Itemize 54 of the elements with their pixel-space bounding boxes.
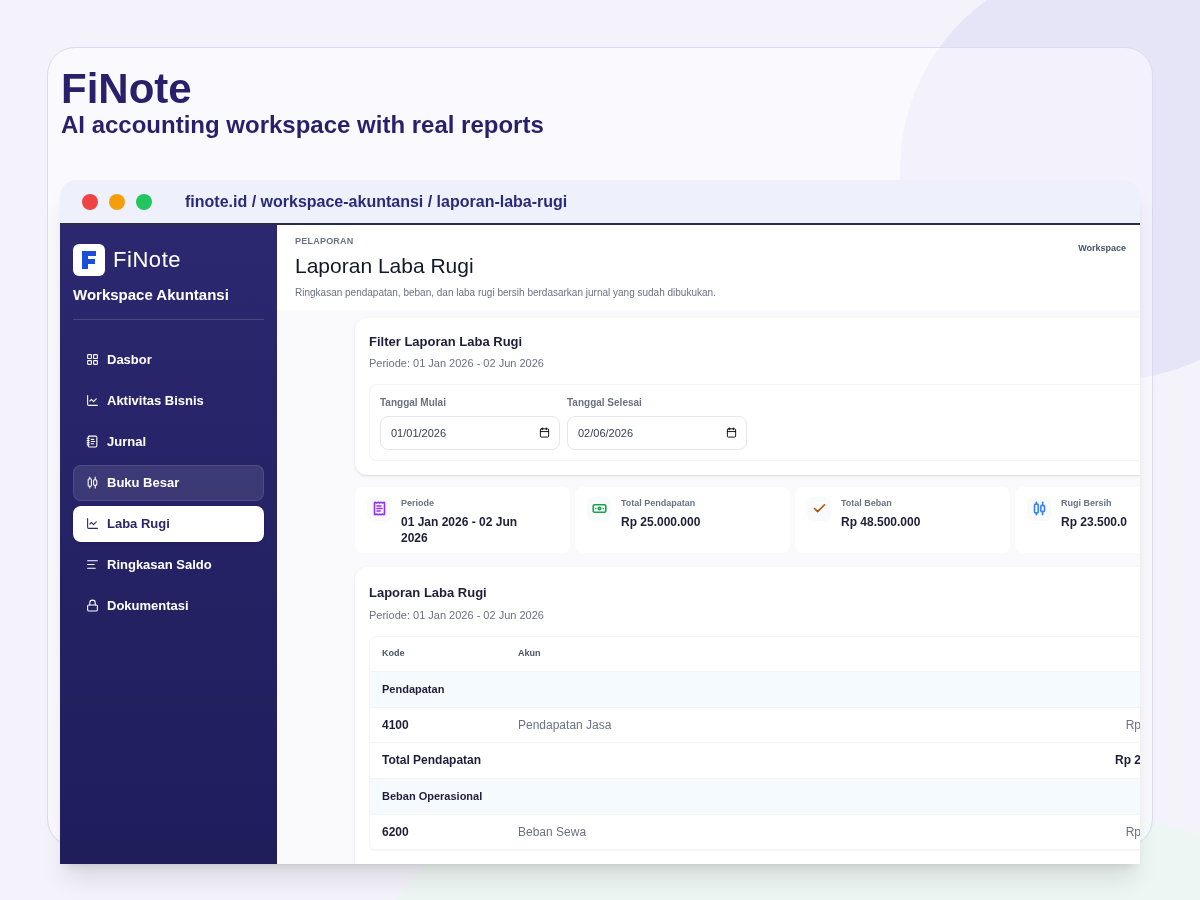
line-chart-icon [86,517,99,530]
hero-subtitle: AI accounting workspace with real reports [61,112,545,138]
sidebar-item[interactable]: Buku Besar [73,464,264,501]
total-label: Total Pendapatan [382,752,482,769]
lines-icon [86,558,99,571]
lock-icon [86,599,99,612]
group-heading: Pendapatan [382,681,445,697]
stat-value: Rp 48.500.000 [841,514,922,530]
page-description: Ringkasan pendapatan, beban, dan laba rugi bersih berdasarkan jurnal yang sudah dibukukan. [295,285,716,300]
stat-label: Total Pendapatan [621,496,697,510]
columns-icon [86,476,99,489]
sidebar-item[interactable]: Dasbor [73,341,264,378]
calendar-icon[interactable] [539,426,550,438]
calendar-icon[interactable] [726,426,737,438]
table-cell-text: Rp [1125,823,1140,841]
eyebrow-label: PELAPORAN [295,235,355,248]
sidebar-item[interactable]: Ringkasan Saldo [73,546,264,583]
table-cell-text: 4100 [382,716,410,734]
logo-icon [73,243,105,276]
line-chart-icon [86,394,99,407]
table-cell-text: Rp 2 [1115,752,1140,769]
field-label: Tanggal Selesai [567,395,643,410]
filter-title: Filter Laporan Laba Rugi [369,332,524,351]
grid-icon [86,353,99,366]
date-field[interactable]: 02/06/2026 [567,415,747,450]
stat-label: Rugi Bersih [1061,496,1113,510]
column-header: Kode [382,646,406,660]
field-label: Tanggal Mulai [380,395,447,410]
workspace-label: Workspace [1078,242,1126,255]
stat-label: Periode [401,496,435,510]
table-cell-text: Beban Sewa [518,823,587,841]
sidebar-item[interactable]: Aktivitas Bisnis [73,382,264,419]
stat-value: Rp 25.000.000 [621,514,702,530]
sidebar-item[interactable]: Laba Rugi [73,505,264,542]
report-title: Laporan Laba Rugi [369,583,488,602]
sidebar-item[interactable]: Dokumentasi [73,587,264,624]
address-text: finote.id / workspace-akuntansi / laporan-laba-rugi [185,191,568,212]
hero-title: FiNote [61,66,193,112]
table-cell-text: Pendapatan Jasa [518,716,612,734]
workspace-name: Workspace Akuntansi [73,284,264,320]
group-heading: Beban Operasional [382,788,483,804]
sidebar-item[interactable]: Jurnal [73,423,264,460]
report-period: Periode: 01 Jan 2026 - 02 Jun 2026 [369,608,545,623]
table-cell-text: Rp [1125,716,1140,734]
stat-label: Total Beban [841,496,893,510]
date-field[interactable]: 01/01/2026 [380,415,560,450]
column-header: Akun [518,646,541,660]
notebook-icon [86,435,99,448]
page-title: Laporan Laba Rugi [295,252,475,279]
table-cell-text: 6200 [382,823,410,841]
stat-value: Rp 23.500.0 [1061,514,1129,530]
stat-value: 01 Jan 2026 - 02 Jun 2026 [401,514,519,546]
filter-period: Periode: 01 Jan 2026 - 02 Jun 2026 [369,356,545,371]
brand-name: FiNote [113,246,182,274]
